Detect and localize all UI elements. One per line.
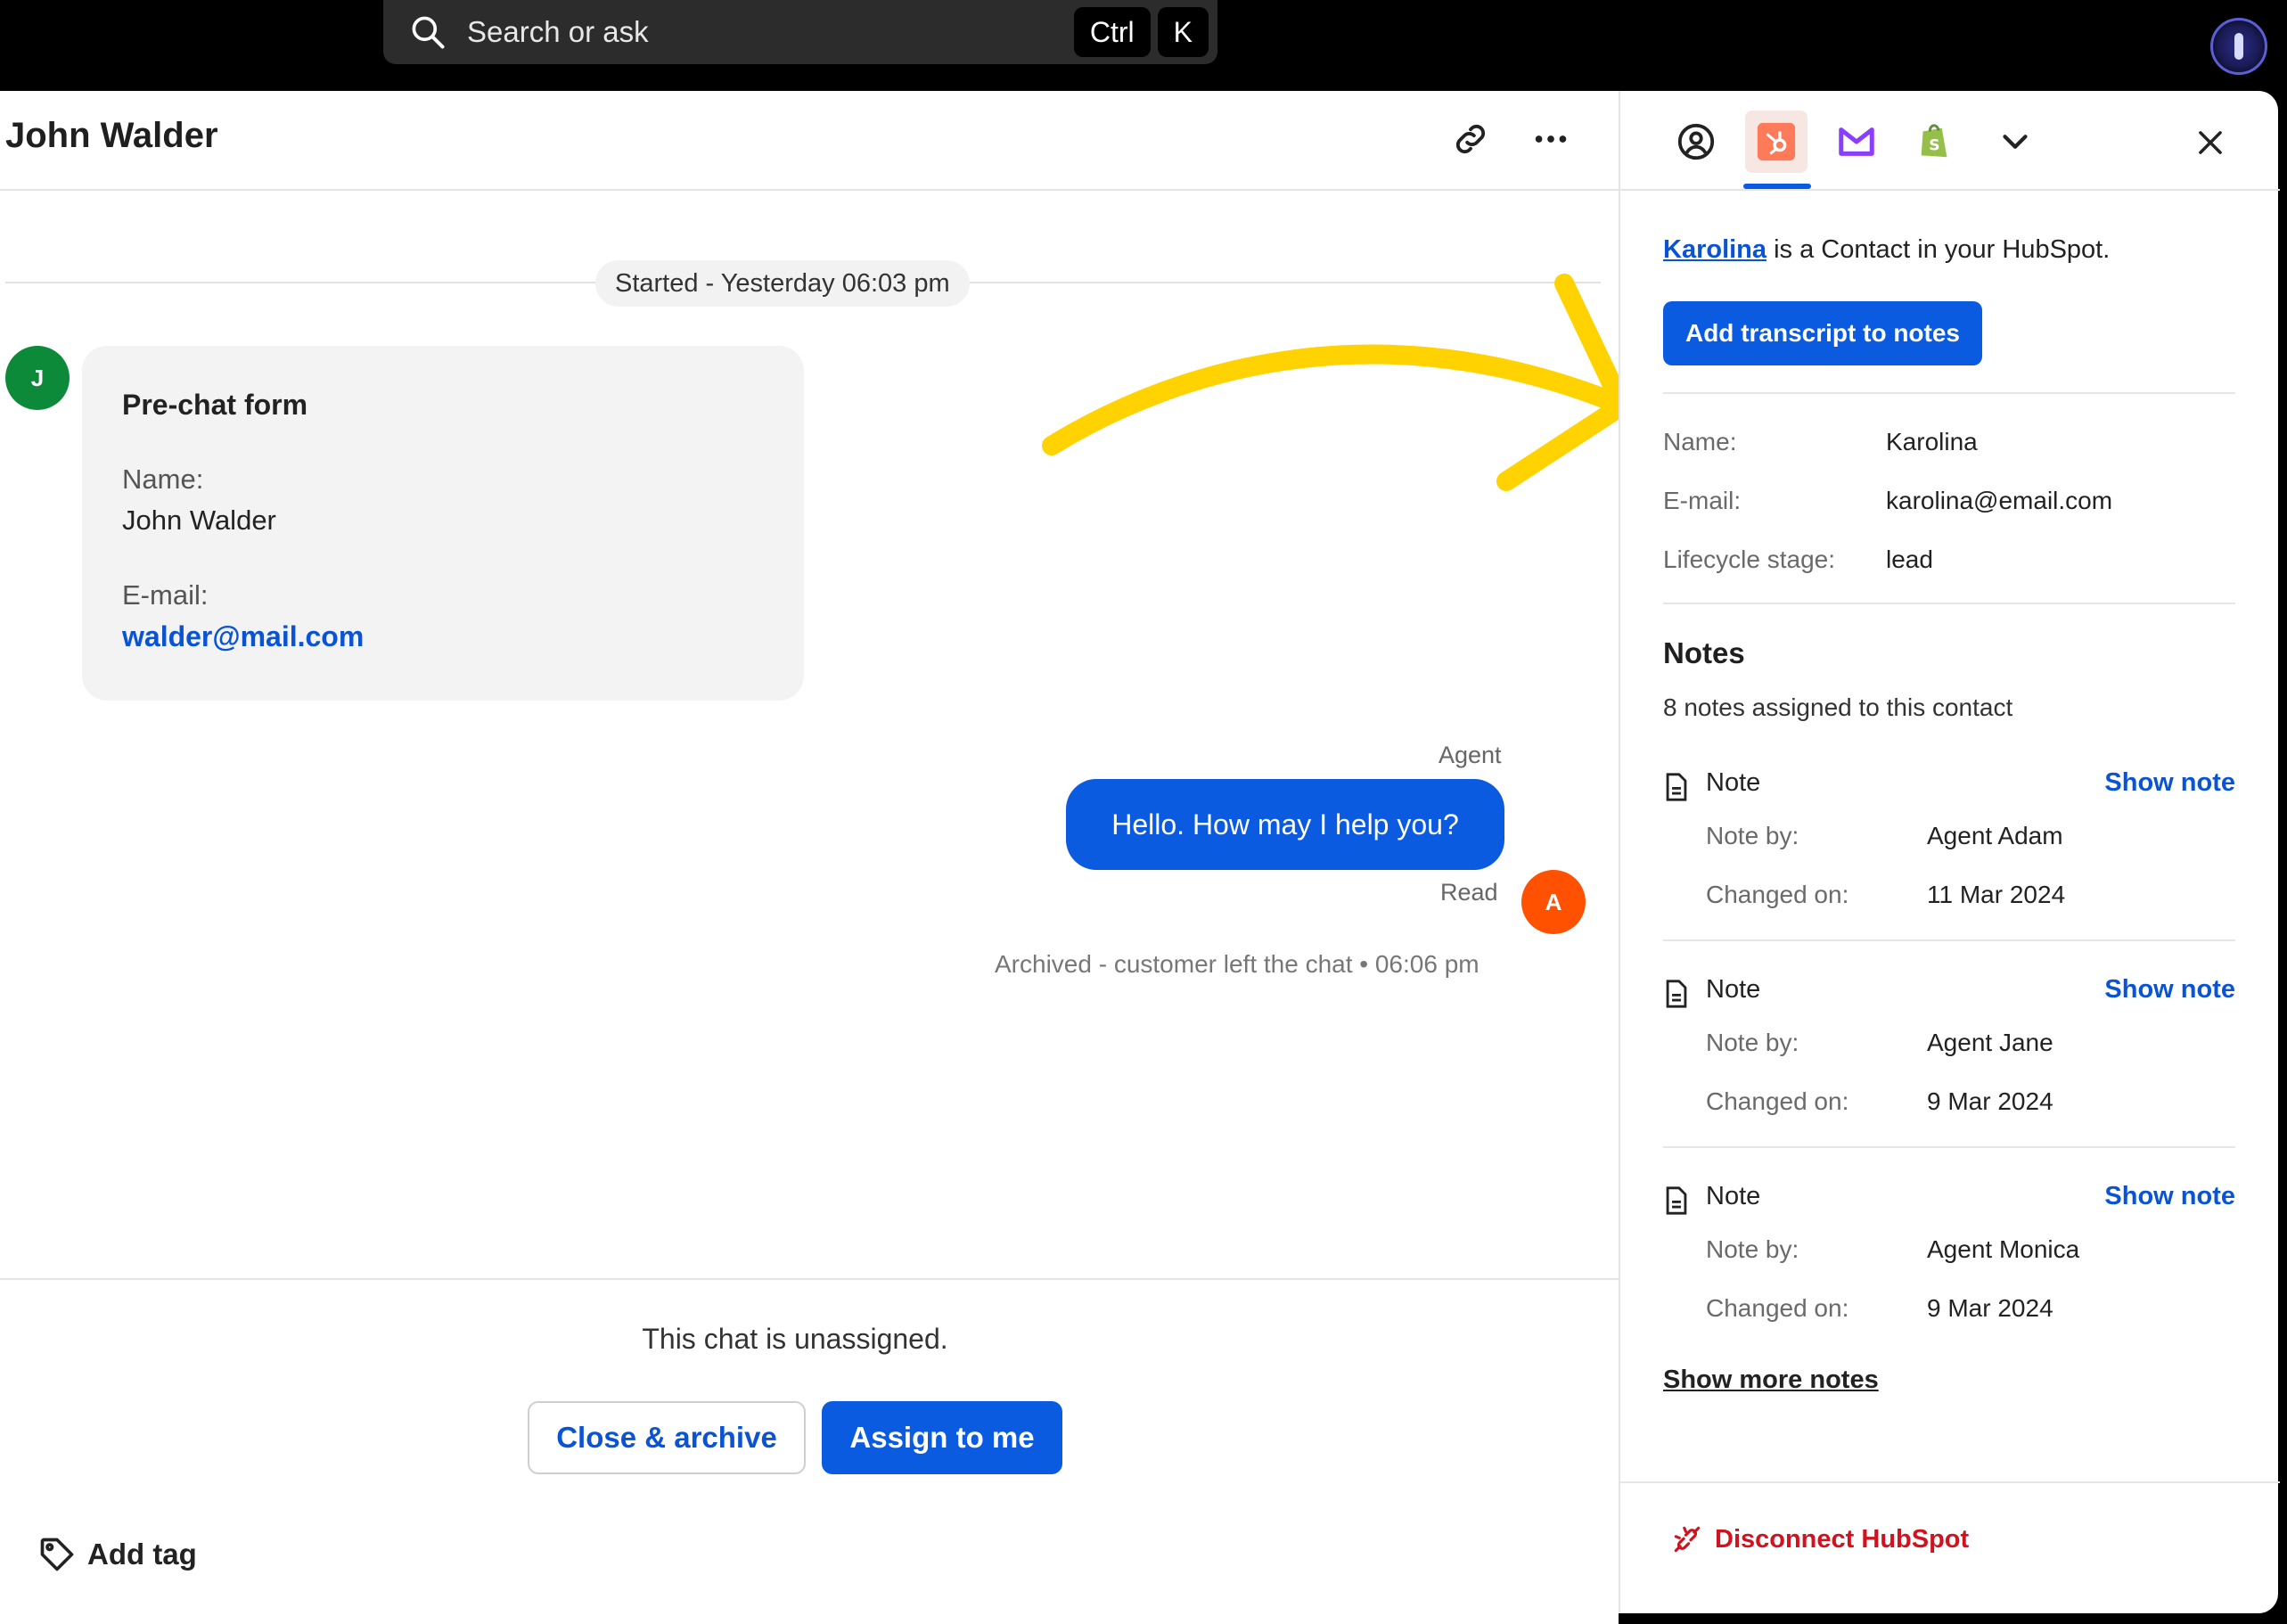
note-item: Note Show note Note by: Agent Adam Chang… [1663, 761, 2235, 968]
note-by-label: Note by: [1706, 1029, 1799, 1056]
note-changed-label: Changed on: [1706, 881, 1849, 908]
prechat-email-label: E-mail: [122, 579, 209, 611]
chat-header: John Walder [0, 91, 1619, 191]
contact-name-value: Karolina [1886, 428, 1978, 455]
search-placeholder: Search or ask [467, 15, 649, 48]
assign-to-me-button[interactable]: Assign to me [822, 1401, 1062, 1474]
contact-name-link[interactable]: Karolina [1663, 235, 1766, 264]
note-by-value: Agent Monica [1927, 1235, 2080, 1263]
tab-hubspot[interactable] [1745, 111, 1807, 173]
archived-status: Archived - customer left the chat • 06:0… [995, 950, 1480, 978]
contact-summary: Karolina is a Contact in your HubSpot. [1663, 235, 2110, 265]
chat-title: John Walder [5, 116, 218, 155]
note-by-label: Note by: [1706, 1235, 1799, 1263]
note-by-label: Note by: [1706, 822, 1799, 849]
note-by-value: Agent Adam [1927, 822, 2063, 849]
prechat-name-label: Name: [122, 463, 204, 495]
note-item: Note Show note Note by: Agent Monica Cha… [1663, 1175, 2235, 1382]
tab-mailchimp[interactable] [1825, 111, 1888, 173]
divider [1663, 1146, 2235, 1148]
note-changed-value: 9 Mar 2024 [1927, 1294, 2053, 1322]
add-tag-button[interactable]: Add tag [37, 1535, 197, 1574]
disconnect-plug-icon [1674, 1526, 1701, 1553]
divider [1663, 392, 2235, 394]
read-status: Read [1440, 879, 1498, 906]
divider [1620, 1481, 2280, 1483]
prechat-email-link[interactable]: walder@mail.com [122, 620, 364, 653]
divider [1663, 603, 2235, 604]
note-changed-value: 9 Mar 2024 [1927, 1087, 2053, 1115]
prechat-name-value: John Walder [122, 504, 276, 536]
contact-name-label: Name: [1663, 428, 1737, 455]
chevron-down-icon [2003, 135, 2028, 149]
show-note-link[interactable]: Show note [2104, 768, 2235, 798]
tab-shopify[interactable]: S [1904, 111, 1966, 173]
shortcut-key-ctrl: Ctrl [1073, 7, 1151, 57]
active-tab-indicator [1743, 184, 1811, 189]
add-tag-label: Add tag [87, 1538, 197, 1571]
document-icon [1663, 772, 1693, 802]
user-circle-icon [1677, 123, 1715, 160]
note-changed-label: Changed on: [1706, 1087, 1849, 1115]
mail-app-icon [1839, 127, 1874, 156]
shopify-icon: S [1921, 124, 1947, 158]
close-archive-button[interactable]: Close & archive [528, 1401, 806, 1474]
more-options-icon[interactable] [1524, 112, 1578, 166]
contact-email-value: karolina@email.com [1886, 487, 2113, 514]
document-icon [1663, 979, 1693, 1009]
note-title: Note [1706, 975, 1761, 1004]
divider [0, 1278, 1619, 1280]
chat-panel: John Walder Started - Yesterday 06:03 pm… [0, 91, 1619, 1624]
disconnect-label: Disconnect HubSpot [1715, 1524, 1970, 1554]
lifecycle-stage-value: lead [1886, 545, 1933, 573]
notes-count: 8 notes assigned to this contact [1663, 693, 2013, 721]
show-note-link[interactable]: Show note [2104, 975, 2235, 1005]
customer-avatar: J [5, 346, 70, 410]
document-icon [1663, 1185, 1693, 1216]
search-bar[interactable]: Search or ask Ctrl K [383, 0, 1217, 64]
shortcut-key-k: K [1157, 7, 1209, 57]
unassigned-text: This chat is unassigned. [642, 1323, 948, 1355]
tab-customer-details[interactable] [1665, 111, 1727, 173]
copilot-icon[interactable] [2210, 18, 2267, 75]
svg-text:S: S [1929, 137, 1939, 155]
integration-tabs: S [1620, 91, 2280, 191]
contact-summary-text: is a Contact in your HubSpot. [1766, 235, 2111, 264]
notes-title: Notes [1663, 636, 1745, 669]
note-by-value: Agent Jane [1927, 1029, 2053, 1056]
note-title: Note [1706, 1182, 1761, 1210]
chat-started-label: Started - Yesterday 06:03 pm [595, 260, 970, 307]
agent-message-bubble: Hello. How may I help you? [1066, 779, 1504, 870]
contact-email-label: E-mail: [1663, 487, 1742, 514]
search-icon [408, 12, 447, 52]
link-icon[interactable] [1444, 112, 1497, 166]
note-item: Note Show note Note by: Agent Jane Chang… [1663, 968, 2235, 1175]
lifecycle-stage-label: Lifecycle stage: [1663, 545, 1835, 573]
prechat-form-title: Pre-chat form [122, 389, 308, 421]
note-title: Note [1706, 768, 1761, 797]
close-panel-button[interactable] [2185, 118, 2235, 168]
add-transcript-button[interactable]: Add transcript to notes [1663, 301, 1982, 365]
show-note-link[interactable]: Show note [2104, 1182, 2235, 1211]
divider [1663, 939, 2235, 941]
prechat-form-card: Pre-chat form Name: John Walder E-mail: … [82, 346, 804, 701]
note-changed-value: 11 Mar 2024 [1927, 881, 2066, 908]
disconnect-hubspot-button[interactable]: Disconnect HubSpot [1670, 1522, 1969, 1556]
top-bar: Search or ask Ctrl K [0, 0, 2287, 91]
show-more-notes-link[interactable]: Show more notes [1663, 1366, 1879, 1395]
tab-more-integrations[interactable] [1984, 111, 2046, 173]
tag-icon [40, 1538, 74, 1571]
hubspot-icon [1757, 122, 1796, 161]
integration-side-panel: S Karolina is a Contact in your HubSpot.… [1619, 91, 2280, 1613]
agent-avatar: A [1521, 870, 1586, 934]
close-icon [2199, 131, 2222, 154]
agent-label: Agent [1439, 742, 1502, 768]
note-changed-label: Changed on: [1706, 1294, 1849, 1322]
